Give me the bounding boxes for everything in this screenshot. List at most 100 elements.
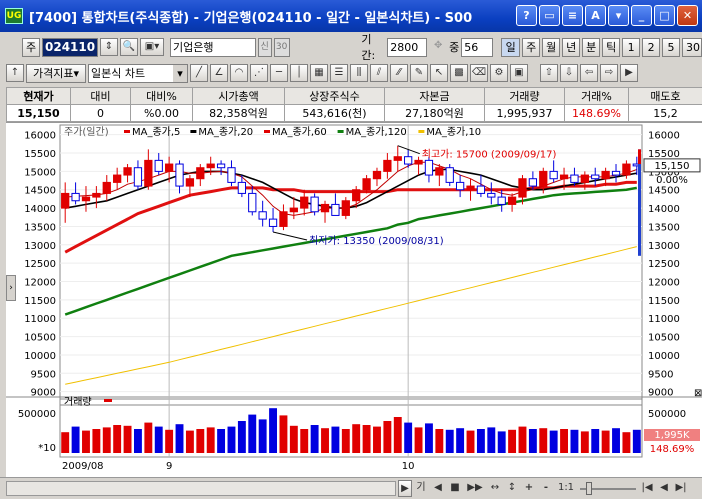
horizontal-scrollbar[interactable] bbox=[6, 481, 396, 496]
candle-body[interactable] bbox=[476, 185, 486, 194]
candle-body[interactable] bbox=[113, 174, 122, 183]
volume-bar[interactable] bbox=[321, 428, 329, 453]
zoom-slider[interactable] bbox=[578, 480, 638, 497]
volume-bar[interactable] bbox=[373, 426, 381, 453]
candle-body[interactable] bbox=[71, 192, 80, 202]
candle-body[interactable] bbox=[383, 159, 392, 172]
font-button[interactable]: A bbox=[585, 5, 606, 26]
arrow-down-icon[interactable]: ⇩ bbox=[560, 64, 578, 82]
dropdown-button[interactable]: ▾ bbox=[608, 5, 629, 26]
arrow-right-icon[interactable]: ⇨ bbox=[600, 64, 618, 82]
volume-bar[interactable] bbox=[289, 425, 298, 453]
candle-body[interactable] bbox=[144, 159, 153, 187]
volume-bar[interactable] bbox=[113, 425, 122, 453]
volume-bar[interactable] bbox=[362, 425, 371, 453]
parallel-icon[interactable]: ⁄⁄ bbox=[390, 64, 408, 82]
volume-bar[interactable] bbox=[123, 425, 132, 453]
candle-body[interactable] bbox=[289, 207, 298, 213]
save-icon[interactable]: ▣ bbox=[510, 64, 528, 82]
volume-bar[interactable] bbox=[310, 425, 319, 453]
candle-body[interactable] bbox=[227, 167, 236, 183]
trendline-icon[interactable]: ╱ bbox=[190, 64, 208, 82]
interval-minute-button[interactable]: 분 bbox=[582, 37, 601, 57]
up-arrow-icon[interactable]: ↑ bbox=[6, 64, 24, 82]
candle-body[interactable] bbox=[102, 181, 111, 194]
volume-bar[interactable] bbox=[61, 432, 70, 453]
candle-body[interactable] bbox=[611, 170, 621, 176]
expand-horizontal-icon[interactable]: ↔ bbox=[487, 480, 503, 497]
volume-bar[interactable] bbox=[580, 431, 589, 453]
candle-body[interactable] bbox=[196, 167, 205, 180]
volume-bar[interactable] bbox=[404, 422, 413, 453]
candle-body[interactable] bbox=[310, 196, 319, 213]
volume-bar[interactable] bbox=[528, 429, 537, 453]
menu-button[interactable]: ≡ bbox=[562, 5, 583, 26]
volume-bar[interactable] bbox=[269, 408, 278, 453]
volume-bar[interactable] bbox=[352, 424, 361, 453]
volume-bar[interactable] bbox=[601, 430, 610, 453]
eraser-icon[interactable]: ⌫ bbox=[470, 64, 488, 82]
candle-body[interactable] bbox=[414, 159, 423, 165]
candle-body[interactable] bbox=[237, 181, 247, 194]
arrow-up-icon[interactable]: ⇧ bbox=[540, 64, 558, 82]
volume-bar[interactable] bbox=[539, 428, 548, 453]
vertical-line-icon[interactable]: │ bbox=[290, 64, 308, 82]
volume-bar[interactable] bbox=[300, 429, 309, 453]
interval-month-button[interactable]: 월 bbox=[542, 37, 561, 57]
volume-bar[interactable] bbox=[71, 426, 80, 453]
volume-bar[interactable] bbox=[549, 430, 558, 453]
volume-bar[interactable] bbox=[92, 429, 101, 453]
candle-body[interactable] bbox=[539, 170, 548, 187]
volume-bar[interactable] bbox=[248, 414, 257, 453]
volume-bar[interactable] bbox=[144, 422, 153, 453]
candle-body[interactable] bbox=[570, 174, 579, 183]
volume-bar[interactable] bbox=[570, 429, 579, 453]
volume-bar[interactable] bbox=[217, 429, 226, 453]
volume-bar[interactable] bbox=[258, 419, 267, 453]
candle-body[interactable] bbox=[331, 203, 340, 216]
candle-body[interactable] bbox=[258, 211, 267, 220]
close-volume-panel-icon[interactable]: ⊠ bbox=[694, 388, 702, 399]
minimize-button[interactable]: _ bbox=[631, 5, 652, 26]
stock-list-dropdown-icon[interactable]: ▣▾ bbox=[140, 38, 164, 56]
stop-icon[interactable]: ■ bbox=[447, 480, 463, 497]
volume-bar[interactable] bbox=[508, 429, 517, 453]
interval-week-button[interactable]: 주 bbox=[522, 37, 541, 57]
candle-body[interactable] bbox=[320, 203, 330, 213]
candle-body[interactable] bbox=[216, 163, 226, 169]
angle-line-icon[interactable]: ∠ bbox=[210, 64, 228, 82]
fibonacci-icon[interactable]: ☰ bbox=[330, 64, 348, 82]
count-input[interactable]: 56 bbox=[461, 37, 494, 57]
volume-bar[interactable] bbox=[393, 417, 402, 453]
volume-bar[interactable] bbox=[102, 427, 111, 453]
candle-body[interactable] bbox=[518, 178, 527, 198]
candle-body[interactable] bbox=[435, 167, 444, 176]
window-layout-button[interactable]: ▭ bbox=[539, 5, 560, 26]
candle-body[interactable] bbox=[393, 156, 402, 161]
cursor-icon[interactable]: ↖ bbox=[430, 64, 448, 82]
candle-body[interactable] bbox=[123, 167, 132, 176]
volume-bar[interactable] bbox=[206, 427, 215, 453]
candle-body[interactable] bbox=[559, 174, 569, 180]
market-type-button[interactable]: 주 bbox=[22, 37, 40, 57]
candle-body[interactable] bbox=[580, 174, 589, 183]
volume-bar[interactable] bbox=[591, 429, 600, 453]
panel-toggle-handle[interactable]: › bbox=[6, 275, 16, 301]
fan-icon[interactable]: ⋰ bbox=[250, 64, 268, 82]
play-back-icon[interactable]: ◀ bbox=[430, 480, 446, 497]
pen-icon[interactable]: ✎ bbox=[410, 64, 428, 82]
candle-body[interactable] bbox=[206, 163, 215, 169]
candle-body[interactable] bbox=[601, 170, 610, 180]
volume-bar[interactable] bbox=[456, 428, 465, 453]
volume-bar[interactable] bbox=[497, 431, 506, 453]
candle-body[interactable] bbox=[362, 178, 371, 191]
volume-bar[interactable] bbox=[487, 427, 496, 453]
candle-body[interactable] bbox=[445, 167, 454, 183]
candle-body[interactable] bbox=[466, 185, 475, 191]
first-page-icon[interactable]: |◀ bbox=[639, 480, 655, 497]
time-zone-icon[interactable]: ⫼ bbox=[350, 64, 368, 82]
volume-bar[interactable] bbox=[341, 429, 350, 453]
candle-body[interactable] bbox=[175, 163, 184, 187]
arc-icon[interactable]: ◠ bbox=[230, 64, 248, 82]
grid-icon[interactable]: ▦ bbox=[310, 64, 328, 82]
